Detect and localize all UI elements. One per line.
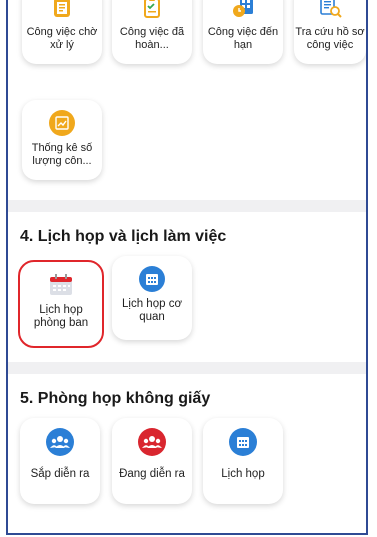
section-title: 5. Phòng họp không giấy [20,390,211,407]
document-search-icon [317,0,343,20]
tile-label: Công việc đã hoàn... [119,26,185,51]
tile-label: Lịch họp [221,468,265,480]
tile-pending-work[interactable]: Công việc chờ xử lý [22,0,102,64]
calendar-icon [229,428,257,456]
tile-ongoing-meetings[interactable]: Đang diễn ra [112,418,192,504]
tile-department-meetings[interactable]: Lịch họp phòng ban [18,260,104,348]
tile-statistics[interactable]: Thống kê số lượng côn... [22,100,102,180]
section4-grid: Lịch họp phòng ban Lịch họp cơ quan [8,254,366,362]
section-title: 4. Lịch họp và lịch làm việc [20,228,227,245]
meeting-group-icon [46,428,74,456]
meeting-schedule-section: 4. Lịch họp và lịch làm việc Lịch họp ph… [8,212,366,362]
tile-upcoming-meetings[interactable]: Sắp diễn ra [20,418,100,504]
tile-label: Công việc chờ xử lý [26,26,98,51]
calendar-icon [139,266,165,292]
tile-label: Lịch họp cơ quan [122,298,182,323]
tile-label: Đang diễn ra [119,468,185,480]
tile-label: Thống kê số lượng côn... [31,142,93,167]
tile-label: Lịch họp phòng ban [33,304,89,329]
tile-label: Tra cứu hồ sơ công việc [295,26,365,51]
clipboard-icon [49,0,75,20]
app-frame: Công việc chờ xử lý Công việc đã hoàn...… [6,0,368,535]
work-section: Công việc chờ xử lý Công việc đã hoàn...… [8,0,366,200]
chart-icon [49,110,75,136]
tile-completed-work[interactable]: Công việc đã hoàn... [112,0,192,64]
tile-due-work[interactable]: Công việc đến hạn [203,0,283,64]
clock-grid-icon [230,0,256,20]
tile-search-records[interactable]: Tra cứu hồ sơ công việc [294,0,366,64]
section-divider [8,200,366,212]
tile-agency-meetings[interactable]: Lịch họp cơ quan [112,256,192,340]
tile-label: Công việc đến hạn [207,26,279,51]
paperless-meeting-section: 5. Phòng họp không giấy Sắp diễn ra Đang… [8,374,366,533]
calendar-icon [48,272,74,298]
tile-label: Sắp diễn ra [30,468,90,480]
meeting-group-icon [138,428,166,456]
clipboard-check-icon [139,0,165,20]
section-divider [8,362,366,374]
tile-meeting-schedule[interactable]: Lịch họp [203,418,283,504]
